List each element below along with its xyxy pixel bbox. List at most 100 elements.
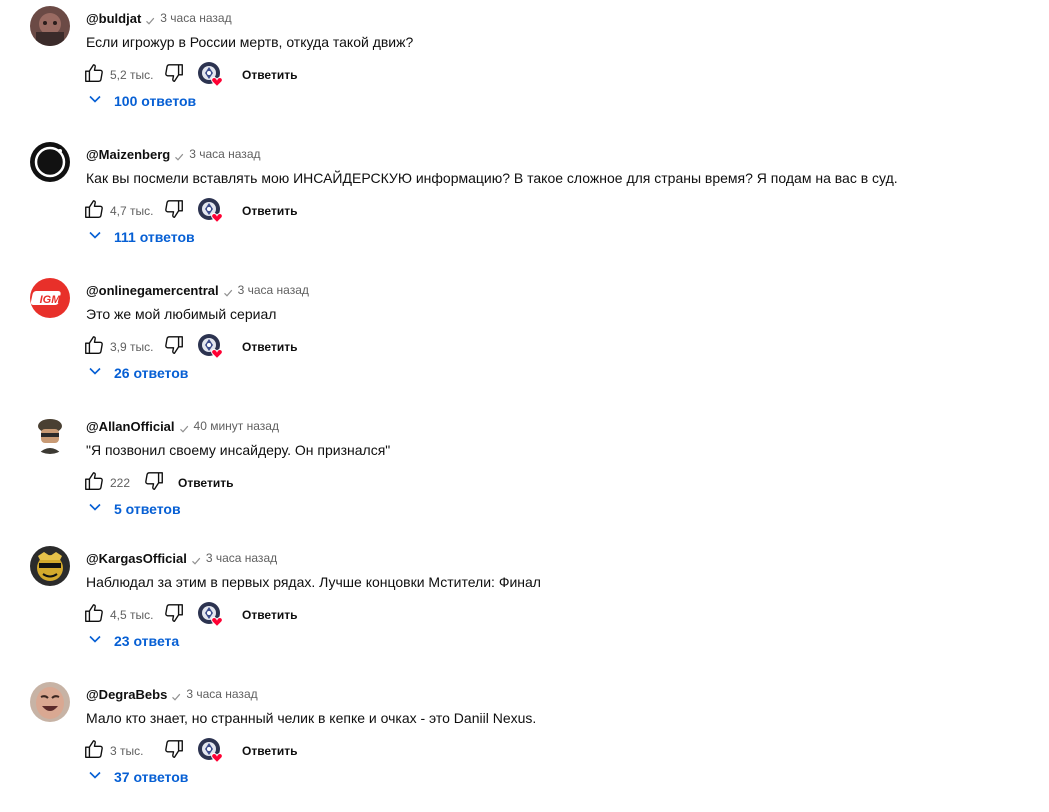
heart-icon bbox=[211, 74, 223, 92]
show-replies-button[interactable]: 5 ответов bbox=[88, 499, 181, 519]
verified-check-icon bbox=[145, 13, 155, 25]
heart-icon bbox=[211, 210, 223, 228]
author-name[interactable]: @KargasOfficial bbox=[86, 551, 187, 566]
soldier-avatar[interactable] bbox=[30, 414, 70, 454]
thumbs-down-icon bbox=[163, 334, 185, 361]
comment-time[interactable]: 3 часа назад bbox=[189, 147, 260, 161]
comment-action-bar: 4,5 тыс. Ответить bbox=[80, 598, 297, 632]
comment-header: @AllanOfficial 40 минут назад bbox=[86, 417, 279, 435]
comment-thread: @DegraBebs 3 часа назад Мало кто знает, … bbox=[0, 676, 1049, 812]
reply-button[interactable]: Ответить bbox=[242, 68, 297, 82]
like-count: 5,2 тыс. bbox=[110, 68, 154, 82]
reply-button[interactable]: Ответить bbox=[242, 204, 297, 218]
comment-header: @KargasOfficial 3 часа назад bbox=[86, 549, 277, 567]
chevron-down-icon bbox=[88, 364, 102, 383]
comment-action-bar: 222 Ответить bbox=[80, 466, 233, 500]
thumbs-down-icon bbox=[163, 198, 185, 225]
chevron-down-icon bbox=[88, 500, 102, 519]
replies-count-label: 100 ответов bbox=[114, 93, 197, 109]
creator-heart-badge bbox=[198, 602, 224, 628]
like-count: 4,5 тыс. bbox=[110, 608, 154, 622]
like-count: 3,9 тыс. bbox=[110, 340, 154, 354]
creator-heart-badge bbox=[198, 62, 224, 88]
author-name[interactable]: @buldjat bbox=[86, 11, 141, 26]
thumbs-down-icon bbox=[163, 738, 185, 765]
thumbs-up-icon bbox=[83, 198, 105, 225]
comment-thread: @Maizenberg 3 часа назад Как вы посмели … bbox=[0, 136, 1049, 272]
reply-button[interactable]: Ответить bbox=[178, 476, 233, 490]
verified-check-icon bbox=[191, 553, 201, 565]
comment-text: Это же мой любимый сериал bbox=[86, 306, 277, 322]
author-name[interactable]: @DegraBebs bbox=[86, 687, 167, 702]
author-name[interactable]: @AllanOfficial bbox=[86, 419, 175, 434]
cartoon-face-avatar[interactable] bbox=[30, 546, 70, 586]
like-button[interactable] bbox=[80, 197, 108, 225]
comment-thread: IGM @onlinegamercentral 3 часа назад Это… bbox=[0, 272, 1049, 408]
comment-time[interactable]: 3 часа назад bbox=[238, 283, 309, 297]
comment-text: "Я позвонил своему инсайдеру. Он признал… bbox=[86, 442, 391, 458]
like-button[interactable] bbox=[80, 601, 108, 629]
comment-thread: @KargasOfficial 3 часа назад Наблюдал за… bbox=[0, 540, 1049, 676]
laughing-face-avatar[interactable] bbox=[30, 682, 70, 722]
dislike-button[interactable] bbox=[160, 737, 188, 765]
creator-heart-badge bbox=[198, 198, 224, 224]
show-replies-button[interactable]: 111 ответов bbox=[88, 227, 195, 247]
comment-action-bar: 5,2 тыс. Ответить bbox=[80, 58, 297, 92]
comment-header: @Maizenberg 3 часа назад bbox=[86, 145, 261, 163]
show-replies-button[interactable]: 37 ответов bbox=[88, 767, 188, 787]
comment-text: Мало кто знает, но странный челик в кепк… bbox=[86, 710, 537, 726]
dislike-button[interactable] bbox=[160, 333, 188, 361]
thumbs-up-icon bbox=[83, 738, 105, 765]
heart-icon bbox=[211, 750, 223, 768]
show-replies-button[interactable]: 23 ответа bbox=[88, 631, 179, 651]
black-ring-avatar[interactable] bbox=[30, 142, 70, 182]
author-name[interactable]: @Maizenberg bbox=[86, 147, 170, 162]
comment-thread: @AllanOfficial 40 минут назад "Я позвони… bbox=[0, 408, 1049, 544]
show-replies-button[interactable]: 26 ответов bbox=[88, 363, 188, 383]
dislike-button[interactable] bbox=[160, 61, 188, 89]
reply-button[interactable]: Ответить bbox=[242, 744, 297, 758]
like-button[interactable] bbox=[80, 469, 108, 497]
like-count: 3 тыс. bbox=[110, 744, 144, 758]
heart-icon bbox=[211, 346, 223, 364]
dislike-button[interactable] bbox=[160, 601, 188, 629]
thumbs-down-icon bbox=[163, 602, 185, 629]
chevron-down-icon bbox=[88, 768, 102, 787]
creator-heart-badge bbox=[198, 334, 224, 360]
comment-action-bar: 3,9 тыс. Ответить bbox=[80, 330, 297, 364]
comment-time[interactable]: 3 часа назад bbox=[160, 11, 231, 25]
igm-logo-avatar[interactable]: IGM bbox=[30, 278, 70, 318]
dislike-button[interactable] bbox=[160, 197, 188, 225]
verified-check-icon bbox=[174, 149, 184, 161]
dark-character-avatar[interactable] bbox=[30, 6, 70, 46]
comment-text: Если игрожур в России мертв, откуда тако… bbox=[86, 34, 414, 50]
chevron-down-icon bbox=[88, 228, 102, 247]
reply-button[interactable]: Ответить bbox=[242, 340, 297, 354]
thumbs-up-icon bbox=[83, 334, 105, 361]
heart-icon bbox=[211, 614, 223, 632]
replies-count-label: 23 ответа bbox=[114, 633, 180, 649]
show-replies-button[interactable]: 100 ответов bbox=[88, 91, 196, 111]
replies-count-label: 26 ответов bbox=[114, 365, 189, 381]
like-button[interactable] bbox=[80, 61, 108, 89]
comment-time[interactable]: 3 часа назад bbox=[206, 551, 277, 565]
comment-text: Как вы посмели вставлять мою ИНСАЙДЕРСКУ… bbox=[86, 170, 898, 186]
like-button[interactable] bbox=[80, 333, 108, 361]
comment-header: @DegraBebs 3 часа назад bbox=[86, 685, 258, 703]
verified-check-icon bbox=[223, 285, 233, 297]
dislike-button[interactable] bbox=[140, 469, 168, 497]
reply-button[interactable]: Ответить bbox=[242, 608, 297, 622]
thumbs-down-icon bbox=[163, 62, 185, 89]
thumbs-down-icon bbox=[143, 470, 165, 497]
verified-check-icon bbox=[179, 421, 189, 433]
like-button[interactable] bbox=[80, 737, 108, 765]
chevron-down-icon bbox=[88, 632, 102, 651]
comment-thread: @buldjat 3 часа назад Если игрожур в Рос… bbox=[0, 0, 1049, 136]
comment-text: Наблюдал за этим в первых рядах. Лучше к… bbox=[86, 574, 541, 590]
author-name[interactable]: @onlinegamercentral bbox=[86, 283, 219, 298]
comment-time[interactable]: 3 часа назад bbox=[186, 687, 257, 701]
comment-time[interactable]: 40 минут назад bbox=[194, 419, 279, 433]
creator-heart-badge bbox=[198, 738, 224, 764]
replies-count-label: 111 ответов bbox=[114, 229, 195, 245]
comment-action-bar: 4,7 тыс. Ответить bbox=[80, 194, 297, 228]
